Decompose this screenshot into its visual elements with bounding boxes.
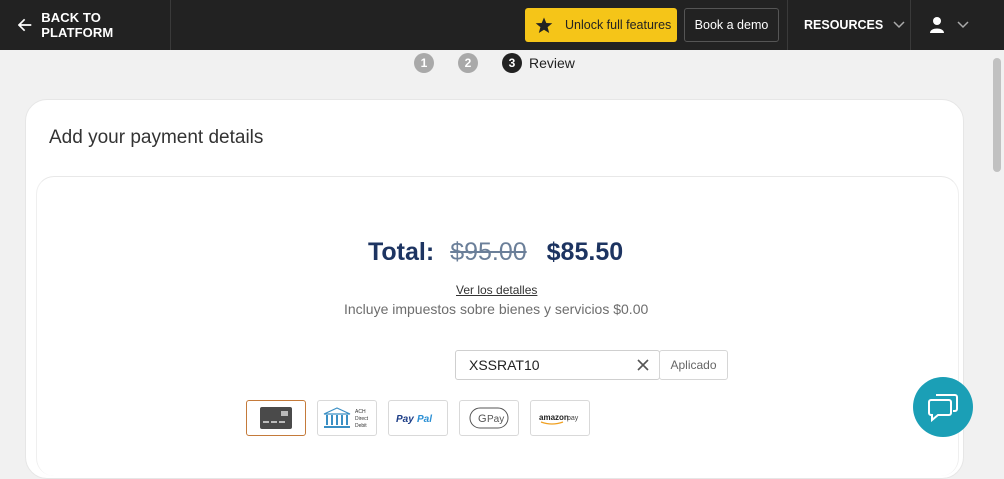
arrow-left-icon xyxy=(18,18,32,32)
pay-method-ach[interactable]: ACH Direct Debit xyxy=(317,400,377,436)
resources-menu[interactable]: RESOURCES xyxy=(787,0,911,50)
svg-text:Pay: Pay xyxy=(487,414,504,425)
chevron-down-icon xyxy=(893,21,905,29)
svg-text:G: G xyxy=(478,413,487,425)
resources-label: RESOURCES xyxy=(804,18,884,32)
pay-method-amazon-pay[interactable]: amazon pay xyxy=(530,400,590,436)
total-label: Total: xyxy=(368,238,435,266)
chat-icon xyxy=(928,394,958,422)
step-1-indicator: 1 xyxy=(414,53,434,73)
svg-text:Direct: Direct xyxy=(355,416,369,422)
coupon-status: Aplicado xyxy=(670,358,717,372)
view-details-link[interactable]: Ver los detalles xyxy=(456,283,537,297)
checkout-stepper: 1 2 3 Review xyxy=(414,53,575,73)
top-navigation-bar: BACK TO PLATFORM Unlock full features Bo… xyxy=(0,0,1004,50)
page-title: Add your payment details xyxy=(49,127,264,148)
svg-text:pay: pay xyxy=(567,415,579,422)
book-demo-button[interactable]: Book a demo xyxy=(684,8,779,42)
chat-launcher-button[interactable] xyxy=(913,377,973,437)
svg-text:Debit: Debit xyxy=(355,423,367,429)
google-pay-icon: G Pay xyxy=(469,407,509,429)
coupon-value: XSSRAT10 xyxy=(469,357,540,373)
original-price: $95.00 xyxy=(450,238,527,266)
step-2-indicator: 2 xyxy=(458,53,478,73)
tax-note: Incluye impuestos sobre bienes y servici… xyxy=(344,301,649,317)
book-demo-label: Book a demo xyxy=(694,18,769,32)
step-3-indicator: 3 xyxy=(502,53,522,73)
page-scrollbar-thumb[interactable] xyxy=(993,58,1001,172)
coupon-input[interactable]: XSSRAT10 xyxy=(455,350,660,380)
coupon-applied-button[interactable]: Aplicado xyxy=(659,350,728,380)
paypal-icon: Pay Pal xyxy=(396,414,432,425)
user-menu[interactable] xyxy=(912,0,992,50)
pay-method-paypal[interactable]: Pay Pal xyxy=(388,400,448,436)
step-3-label: Review xyxy=(529,55,575,71)
close-icon[interactable] xyxy=(636,358,650,372)
svg-text:amazon: amazon xyxy=(539,413,569,422)
back-to-platform-link[interactable]: BACK TO PLATFORM xyxy=(0,0,171,50)
svg-text:Pay: Pay xyxy=(396,414,414,425)
star-icon xyxy=(535,17,553,33)
svg-text:ACH: ACH xyxy=(355,409,366,415)
credit-card-icon xyxy=(260,407,292,429)
unlock-label: Unlock full features xyxy=(565,18,672,32)
chevron-down-icon xyxy=(957,21,969,29)
user-icon xyxy=(930,17,944,33)
svg-text:Pal: Pal xyxy=(417,414,432,425)
pay-method-google-pay[interactable]: G Pay xyxy=(459,400,519,436)
pay-method-card[interactable] xyxy=(246,400,306,436)
amazon-pay-icon: amazon pay xyxy=(539,413,579,425)
ach-direct-debit-icon: ACH Direct Debit xyxy=(323,407,369,429)
back-to-platform-label: BACK TO PLATFORM xyxy=(41,10,114,40)
order-total: Total: $95.00 $85.50 xyxy=(368,238,623,267)
unlock-full-features-button[interactable]: Unlock full features xyxy=(525,8,677,42)
discounted-price: $85.50 xyxy=(546,238,624,266)
